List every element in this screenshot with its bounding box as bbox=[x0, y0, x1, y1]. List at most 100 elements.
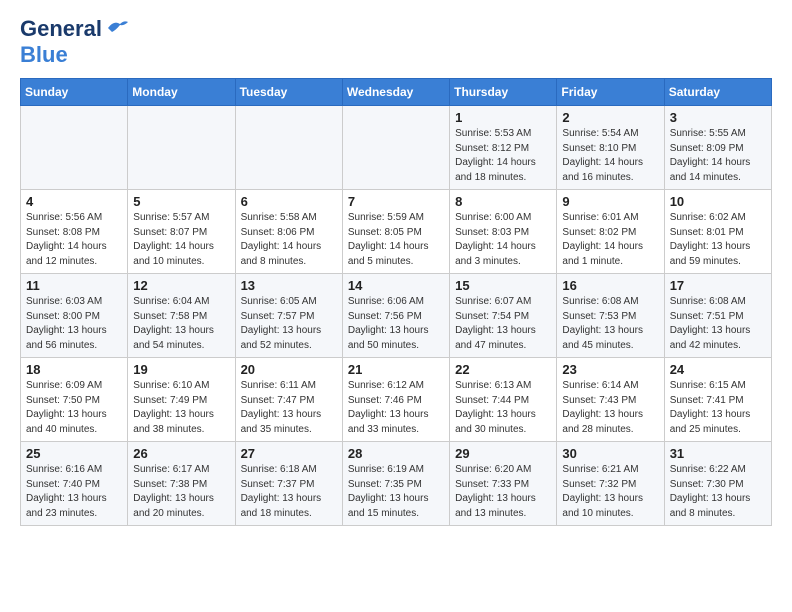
day-number: 26 bbox=[133, 446, 229, 461]
day-info: Sunrise: 6:04 AM Sunset: 7:58 PM Dayligh… bbox=[133, 295, 229, 353]
calendar-cell: 13 Sunrise: 6:05 AM Sunset: 7:57 PM Dayli… bbox=[235, 274, 342, 358]
day-info: Sunrise: 6:14 AM Sunset: 7:43 PM Dayligh… bbox=[562, 379, 658, 437]
calendar-cell bbox=[21, 106, 128, 190]
day-info: Sunrise: 6:10 AM Sunset: 7:49 PM Dayligh… bbox=[133, 379, 229, 437]
day-number: 28 bbox=[348, 446, 444, 461]
day-number: 15 bbox=[455, 278, 551, 293]
logo-blue: Blue bbox=[20, 42, 68, 67]
day-info: Sunrise: 6:15 AM Sunset: 7:41 PM Dayligh… bbox=[670, 379, 766, 437]
weekday-header-sunday: Sunday bbox=[21, 79, 128, 106]
calendar-cell: 20Sunrise: 6:11 AM Sunset: 7:47 PM Dayli… bbox=[235, 358, 342, 442]
calendar-cell bbox=[235, 106, 342, 190]
calendar-cell: 9 Sunrise: 6:01 AM Sunset: 8:02 PM Daylig… bbox=[557, 190, 664, 274]
day-number: 16 bbox=[562, 278, 658, 293]
calendar-cell: 22 Sunrise: 6:13 AM Sunset: 7:44 PM Dayli… bbox=[450, 358, 557, 442]
calendar-cell: 31 Sunrise: 6:22 AM Sunset: 7:30 PM Dayli… bbox=[664, 442, 771, 526]
day-number: 11 bbox=[26, 278, 122, 293]
day-info: Sunrise: 6:22 AM Sunset: 7:30 PM Dayligh… bbox=[670, 463, 766, 521]
calendar-table: SundayMondayTuesdayWednesdayThursdayFrid… bbox=[20, 78, 772, 526]
calendar-cell bbox=[128, 106, 235, 190]
day-number: 27 bbox=[241, 446, 337, 461]
day-number: 25 bbox=[26, 446, 122, 461]
day-info: Sunrise: 6:13 AM Sunset: 7:44 PM Dayligh… bbox=[455, 379, 551, 437]
calendar-cell: 21 Sunrise: 6:12 AM Sunset: 7:46 PM Dayli… bbox=[342, 358, 449, 442]
day-number: 30 bbox=[562, 446, 658, 461]
day-info: Sunrise: 6:01 AM Sunset: 8:02 PM Dayligh… bbox=[562, 211, 658, 269]
calendar-cell: 23 Sunrise: 6:14 AM Sunset: 7:43 PM Dayli… bbox=[557, 358, 664, 442]
day-info: Sunrise: 5:53 AM Sunset: 8:12 PM Dayligh… bbox=[455, 127, 551, 185]
day-number: 6 bbox=[241, 194, 337, 209]
day-info: Sunrise: 5:54 AM Sunset: 8:10 PM Dayligh… bbox=[562, 127, 658, 185]
day-number: 18 bbox=[26, 362, 122, 377]
day-number: 13 bbox=[241, 278, 337, 293]
day-info: Sunrise: 5:55 AM Sunset: 8:09 PM Dayligh… bbox=[670, 127, 766, 185]
calendar-cell: 16 Sunrise: 6:08 AM Sunset: 7:53 PM Dayli… bbox=[557, 274, 664, 358]
calendar-week-1: 1Sunrise: 5:53 AM Sunset: 8:12 PM Daylig… bbox=[21, 106, 772, 190]
calendar-cell: 28 Sunrise: 6:19 AM Sunset: 7:35 PM Dayli… bbox=[342, 442, 449, 526]
day-number: 2 bbox=[562, 110, 658, 125]
calendar-cell: 15 Sunrise: 6:07 AM Sunset: 7:54 PM Dayli… bbox=[450, 274, 557, 358]
day-number: 17 bbox=[670, 278, 766, 293]
day-info: Sunrise: 6:20 AM Sunset: 7:33 PM Dayligh… bbox=[455, 463, 551, 521]
day-number: 23 bbox=[562, 362, 658, 377]
day-number: 12 bbox=[133, 278, 229, 293]
day-number: 31 bbox=[670, 446, 766, 461]
calendar-cell: 17 Sunrise: 6:08 AM Sunset: 7:51 PM Dayli… bbox=[664, 274, 771, 358]
calendar-week-5: 25 Sunrise: 6:16 AM Sunset: 7:40 PM Dayli… bbox=[21, 442, 772, 526]
day-info: Sunrise: 5:58 AM Sunset: 8:06 PM Dayligh… bbox=[241, 211, 337, 269]
weekday-header-thursday: Thursday bbox=[450, 79, 557, 106]
day-info: Sunrise: 6:08 AM Sunset: 7:51 PM Dayligh… bbox=[670, 295, 766, 353]
calendar-week-2: 4Sunrise: 5:56 AM Sunset: 8:08 PM Daylig… bbox=[21, 190, 772, 274]
day-number: 10 bbox=[670, 194, 766, 209]
logo-general: General bbox=[20, 16, 102, 42]
calendar-cell: 6 Sunrise: 5:58 AM Sunset: 8:06 PM Daylig… bbox=[235, 190, 342, 274]
day-number: 22 bbox=[455, 362, 551, 377]
calendar-week-3: 11 Sunrise: 6:03 AM Sunset: 8:00 PM Dayli… bbox=[21, 274, 772, 358]
calendar-cell: 25 Sunrise: 6:16 AM Sunset: 7:40 PM Dayli… bbox=[21, 442, 128, 526]
day-info: Sunrise: 6:03 AM Sunset: 8:00 PM Dayligh… bbox=[26, 295, 122, 353]
day-info: Sunrise: 6:16 AM Sunset: 7:40 PM Dayligh… bbox=[26, 463, 122, 521]
day-number: 4 bbox=[26, 194, 122, 209]
calendar-body: 1Sunrise: 5:53 AM Sunset: 8:12 PM Daylig… bbox=[21, 106, 772, 526]
calendar-cell: 4Sunrise: 5:56 AM Sunset: 8:08 PM Daylig… bbox=[21, 190, 128, 274]
day-number: 20 bbox=[241, 362, 337, 377]
calendar-cell: 19Sunrise: 6:10 AM Sunset: 7:49 PM Dayli… bbox=[128, 358, 235, 442]
day-info: Sunrise: 6:09 AM Sunset: 7:50 PM Dayligh… bbox=[26, 379, 122, 437]
day-info: Sunrise: 6:02 AM Sunset: 8:01 PM Dayligh… bbox=[670, 211, 766, 269]
calendar-cell: 3Sunrise: 5:55 AM Sunset: 8:09 PM Daylig… bbox=[664, 106, 771, 190]
day-info: Sunrise: 6:07 AM Sunset: 7:54 PM Dayligh… bbox=[455, 295, 551, 353]
day-info: Sunrise: 6:18 AM Sunset: 7:37 PM Dayligh… bbox=[241, 463, 337, 521]
weekday-header-monday: Monday bbox=[128, 79, 235, 106]
calendar-cell: 2 Sunrise: 5:54 AM Sunset: 8:10 PM Daylig… bbox=[557, 106, 664, 190]
day-number: 8 bbox=[455, 194, 551, 209]
calendar-cell: 26Sunrise: 6:17 AM Sunset: 7:38 PM Dayli… bbox=[128, 442, 235, 526]
calendar-cell: 1Sunrise: 5:53 AM Sunset: 8:12 PM Daylig… bbox=[450, 106, 557, 190]
day-number: 29 bbox=[455, 446, 551, 461]
day-number: 9 bbox=[562, 194, 658, 209]
day-info: Sunrise: 6:05 AM Sunset: 7:57 PM Dayligh… bbox=[241, 295, 337, 353]
day-info: Sunrise: 6:08 AM Sunset: 7:53 PM Dayligh… bbox=[562, 295, 658, 353]
calendar-cell: 18 Sunrise: 6:09 AM Sunset: 7:50 PM Dayli… bbox=[21, 358, 128, 442]
day-info: Sunrise: 5:59 AM Sunset: 8:05 PM Dayligh… bbox=[348, 211, 444, 269]
calendar-cell: 24 Sunrise: 6:15 AM Sunset: 7:41 PM Dayli… bbox=[664, 358, 771, 442]
weekday-header-wednesday: Wednesday bbox=[342, 79, 449, 106]
day-number: 24 bbox=[670, 362, 766, 377]
day-number: 14 bbox=[348, 278, 444, 293]
weekday-header-row: SundayMondayTuesdayWednesdayThursdayFrid… bbox=[21, 79, 772, 106]
day-info: Sunrise: 6:12 AM Sunset: 7:46 PM Dayligh… bbox=[348, 379, 444, 437]
day-info: Sunrise: 6:00 AM Sunset: 8:03 PM Dayligh… bbox=[455, 211, 551, 269]
day-info: Sunrise: 6:06 AM Sunset: 7:56 PM Dayligh… bbox=[348, 295, 444, 353]
day-number: 5 bbox=[133, 194, 229, 209]
calendar-cell: 10 Sunrise: 6:02 AM Sunset: 8:01 PM Dayli… bbox=[664, 190, 771, 274]
calendar-cell: 30Sunrise: 6:21 AM Sunset: 7:32 PM Dayli… bbox=[557, 442, 664, 526]
calendar-cell: 14 Sunrise: 6:06 AM Sunset: 7:56 PM Dayli… bbox=[342, 274, 449, 358]
day-info: Sunrise: 6:19 AM Sunset: 7:35 PM Dayligh… bbox=[348, 463, 444, 521]
day-number: 7 bbox=[348, 194, 444, 209]
day-info: Sunrise: 5:57 AM Sunset: 8:07 PM Dayligh… bbox=[133, 211, 229, 269]
page-header: General Blue bbox=[20, 16, 772, 68]
weekday-header-saturday: Saturday bbox=[664, 79, 771, 106]
calendar-cell: 29 Sunrise: 6:20 AM Sunset: 7:33 PM Dayli… bbox=[450, 442, 557, 526]
day-number: 21 bbox=[348, 362, 444, 377]
weekday-header-friday: Friday bbox=[557, 79, 664, 106]
calendar-week-4: 18 Sunrise: 6:09 AM Sunset: 7:50 PM Dayli… bbox=[21, 358, 772, 442]
